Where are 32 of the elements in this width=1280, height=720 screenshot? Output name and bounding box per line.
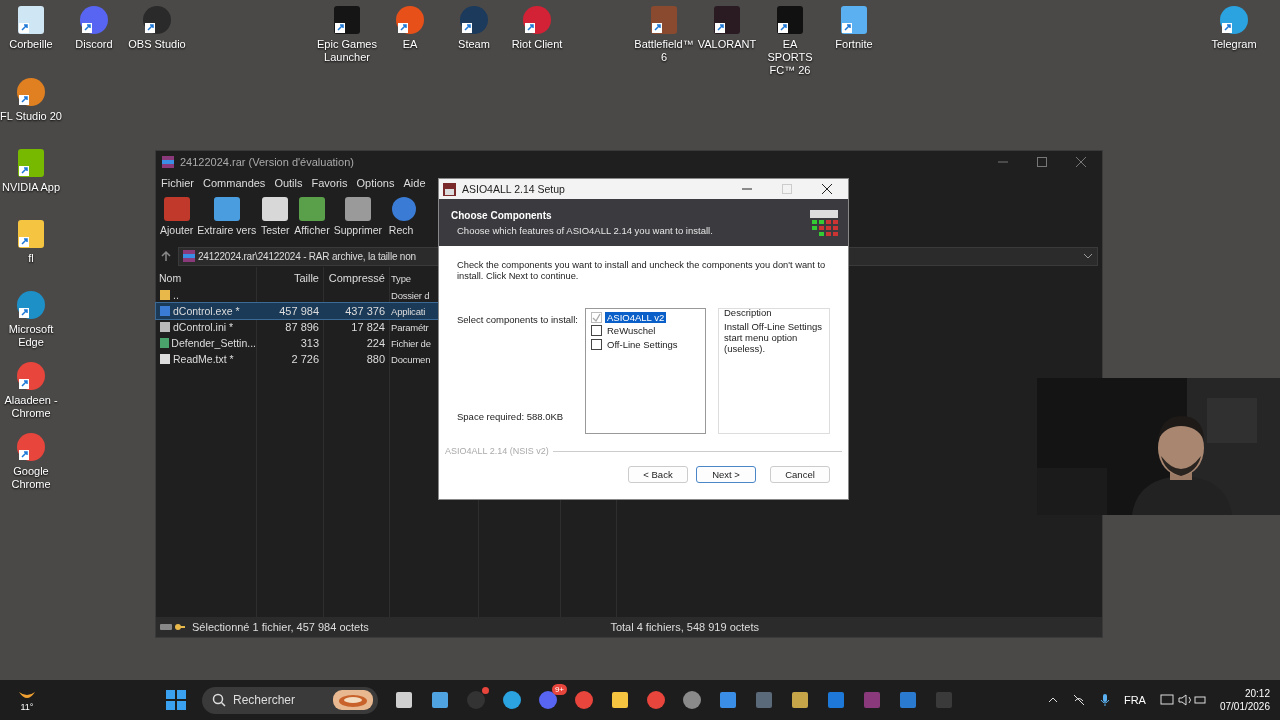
file-type: Dossier d xyxy=(391,289,430,301)
instruction-text: Check the components you want to install and uncheck the components you don't want to install. Click Next to continue. xyxy=(457,260,827,282)
file-type: Documen xyxy=(391,353,431,365)
file-name: .. xyxy=(173,289,179,301)
file-name: dControl.ini * xyxy=(173,321,234,333)
space-required: Space required: 588.0KB xyxy=(457,411,565,422)
packed-size: 880 xyxy=(366,353,385,365)
file-name: dControl.exe * xyxy=(173,305,240,317)
file-type: Fichier de xyxy=(391,337,431,349)
path-text: 24122024.rar\24122024 - RAR archive, la taille non xyxy=(198,250,416,262)
file-size: 457 984 xyxy=(279,305,319,317)
packed-size: 17 824 xyxy=(351,321,385,333)
page-heading: Choose Components xyxy=(451,209,553,221)
page-subheading: Choose which features of ASIO4ALL 2.14 you want to install. xyxy=(456,224,714,236)
packed-size: 224 xyxy=(366,337,385,349)
file-size: 87 896 xyxy=(285,321,319,333)
status-text: Sélectionné 1 fichier, 457 984 octets xyxy=(192,621,369,633)
file-type: Applicati xyxy=(391,305,426,317)
status-text: Total 4 fichiers, 548 919 octets xyxy=(610,621,759,633)
description-text: Install Off-Line Settings start menu option (useless). xyxy=(724,321,824,354)
window-title: ASIO4ALL 2.14 Setup xyxy=(462,183,565,195)
packed-size: 437 376 xyxy=(345,305,385,317)
file-name: ReadMe.txt * xyxy=(173,353,234,365)
file-type: Paramétr xyxy=(391,321,429,333)
notification-badge: 9+ xyxy=(551,684,567,695)
group-title: Description xyxy=(724,307,773,318)
window-title: 24122024.rar (Version d'évaluation) xyxy=(180,156,354,168)
file-size: 2 726 xyxy=(291,353,319,365)
installer-brand: ASIO4ALL 2.14 (NSIS v2) xyxy=(445,446,549,456)
file-name: Defender_Settin... xyxy=(171,337,256,349)
file-size: 313 xyxy=(300,337,319,349)
select-label: Select components to install: xyxy=(457,314,579,325)
